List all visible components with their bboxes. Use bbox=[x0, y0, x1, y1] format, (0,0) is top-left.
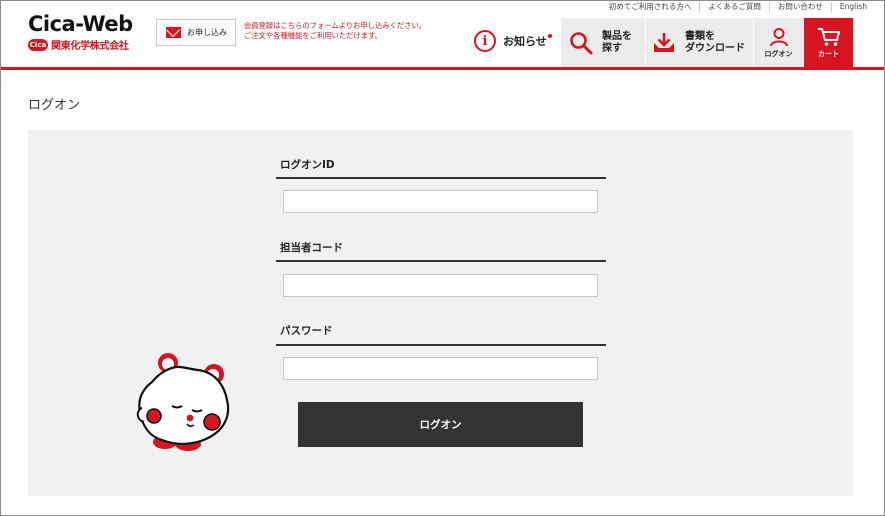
download-documents-button[interactable]: 書類を ダウンロード bbox=[646, 18, 753, 67]
registration-notice: 会員登録はこちらのフォームよりお申し込みください。 ご注文や各種機能をご利用いた… bbox=[244, 21, 426, 41]
logon-id-input[interactable] bbox=[283, 190, 598, 213]
logo-sub: Cica 関東化学株式会社 bbox=[28, 37, 133, 52]
search-line-2: 探す bbox=[602, 42, 622, 54]
news-badge-dot bbox=[547, 34, 552, 38]
password-input[interactable] bbox=[283, 357, 598, 380]
logon-submit-button[interactable]: ログオン bbox=[298, 402, 583, 447]
link-english[interactable]: English bbox=[830, 2, 875, 12]
notice-line-2: ご注文や各種機能をご利用いただけます。 bbox=[244, 31, 382, 40]
logon-id-label: ログオンID bbox=[280, 159, 335, 171]
search-line-1: 製品を bbox=[602, 30, 632, 42]
site-logo[interactable]: Cica-Web Cica 関東化学株式会社 bbox=[28, 13, 133, 52]
download-line-1: 書類を bbox=[685, 30, 715, 42]
password-divider bbox=[276, 344, 606, 346]
apply-button[interactable]: お申し込み bbox=[156, 19, 236, 46]
mascot-illustration bbox=[136, 353, 230, 451]
notice-line-1: 会員登録はこちらのフォームよりお申し込みください。 bbox=[244, 21, 427, 30]
logo-company: 関東化学株式会社 bbox=[51, 41, 129, 52]
cart-button[interactable]: カート bbox=[804, 18, 853, 67]
cica-mark-icon: Cica bbox=[28, 38, 48, 51]
link-contact[interactable]: お問い合わせ bbox=[768, 2, 831, 12]
news-link[interactable]: i お知らせ bbox=[474, 30, 552, 52]
link-first-time[interactable]: 初めてご利用される方へ bbox=[601, 2, 700, 12]
info-icon: i bbox=[474, 30, 496, 52]
search-icon bbox=[570, 31, 593, 54]
cart-icon bbox=[817, 27, 840, 46]
staff-code-divider bbox=[276, 260, 606, 262]
page-title: ログオン bbox=[28, 98, 81, 113]
logon-id-divider bbox=[276, 177, 606, 179]
user-icon bbox=[769, 27, 788, 46]
cart-label: カート bbox=[818, 49, 839, 58]
apply-label: お申し込み bbox=[187, 28, 227, 37]
header-divider bbox=[1, 67, 884, 70]
mail-icon bbox=[166, 27, 181, 38]
top-links: 初めてご利用される方へ よくあるご質問 お問い合わせ English bbox=[601, 2, 875, 12]
staff-code-input[interactable] bbox=[283, 274, 598, 297]
logon-nav-button[interactable]: ログオン bbox=[754, 18, 803, 67]
password-label: パスワード bbox=[280, 325, 333, 337]
search-products-button[interactable]: 製品を 探す bbox=[561, 18, 645, 67]
logo-title: Cica-Web bbox=[28, 12, 133, 36]
download-line-2: ダウンロード bbox=[685, 42, 745, 54]
news-label: お知らせ bbox=[503, 35, 547, 48]
logon-nav-label: ログオン bbox=[764, 49, 793, 58]
staff-code-label: 担当者コード bbox=[280, 242, 343, 254]
download-icon bbox=[654, 32, 674, 52]
link-faq[interactable]: よくあるご質問 bbox=[699, 2, 769, 12]
